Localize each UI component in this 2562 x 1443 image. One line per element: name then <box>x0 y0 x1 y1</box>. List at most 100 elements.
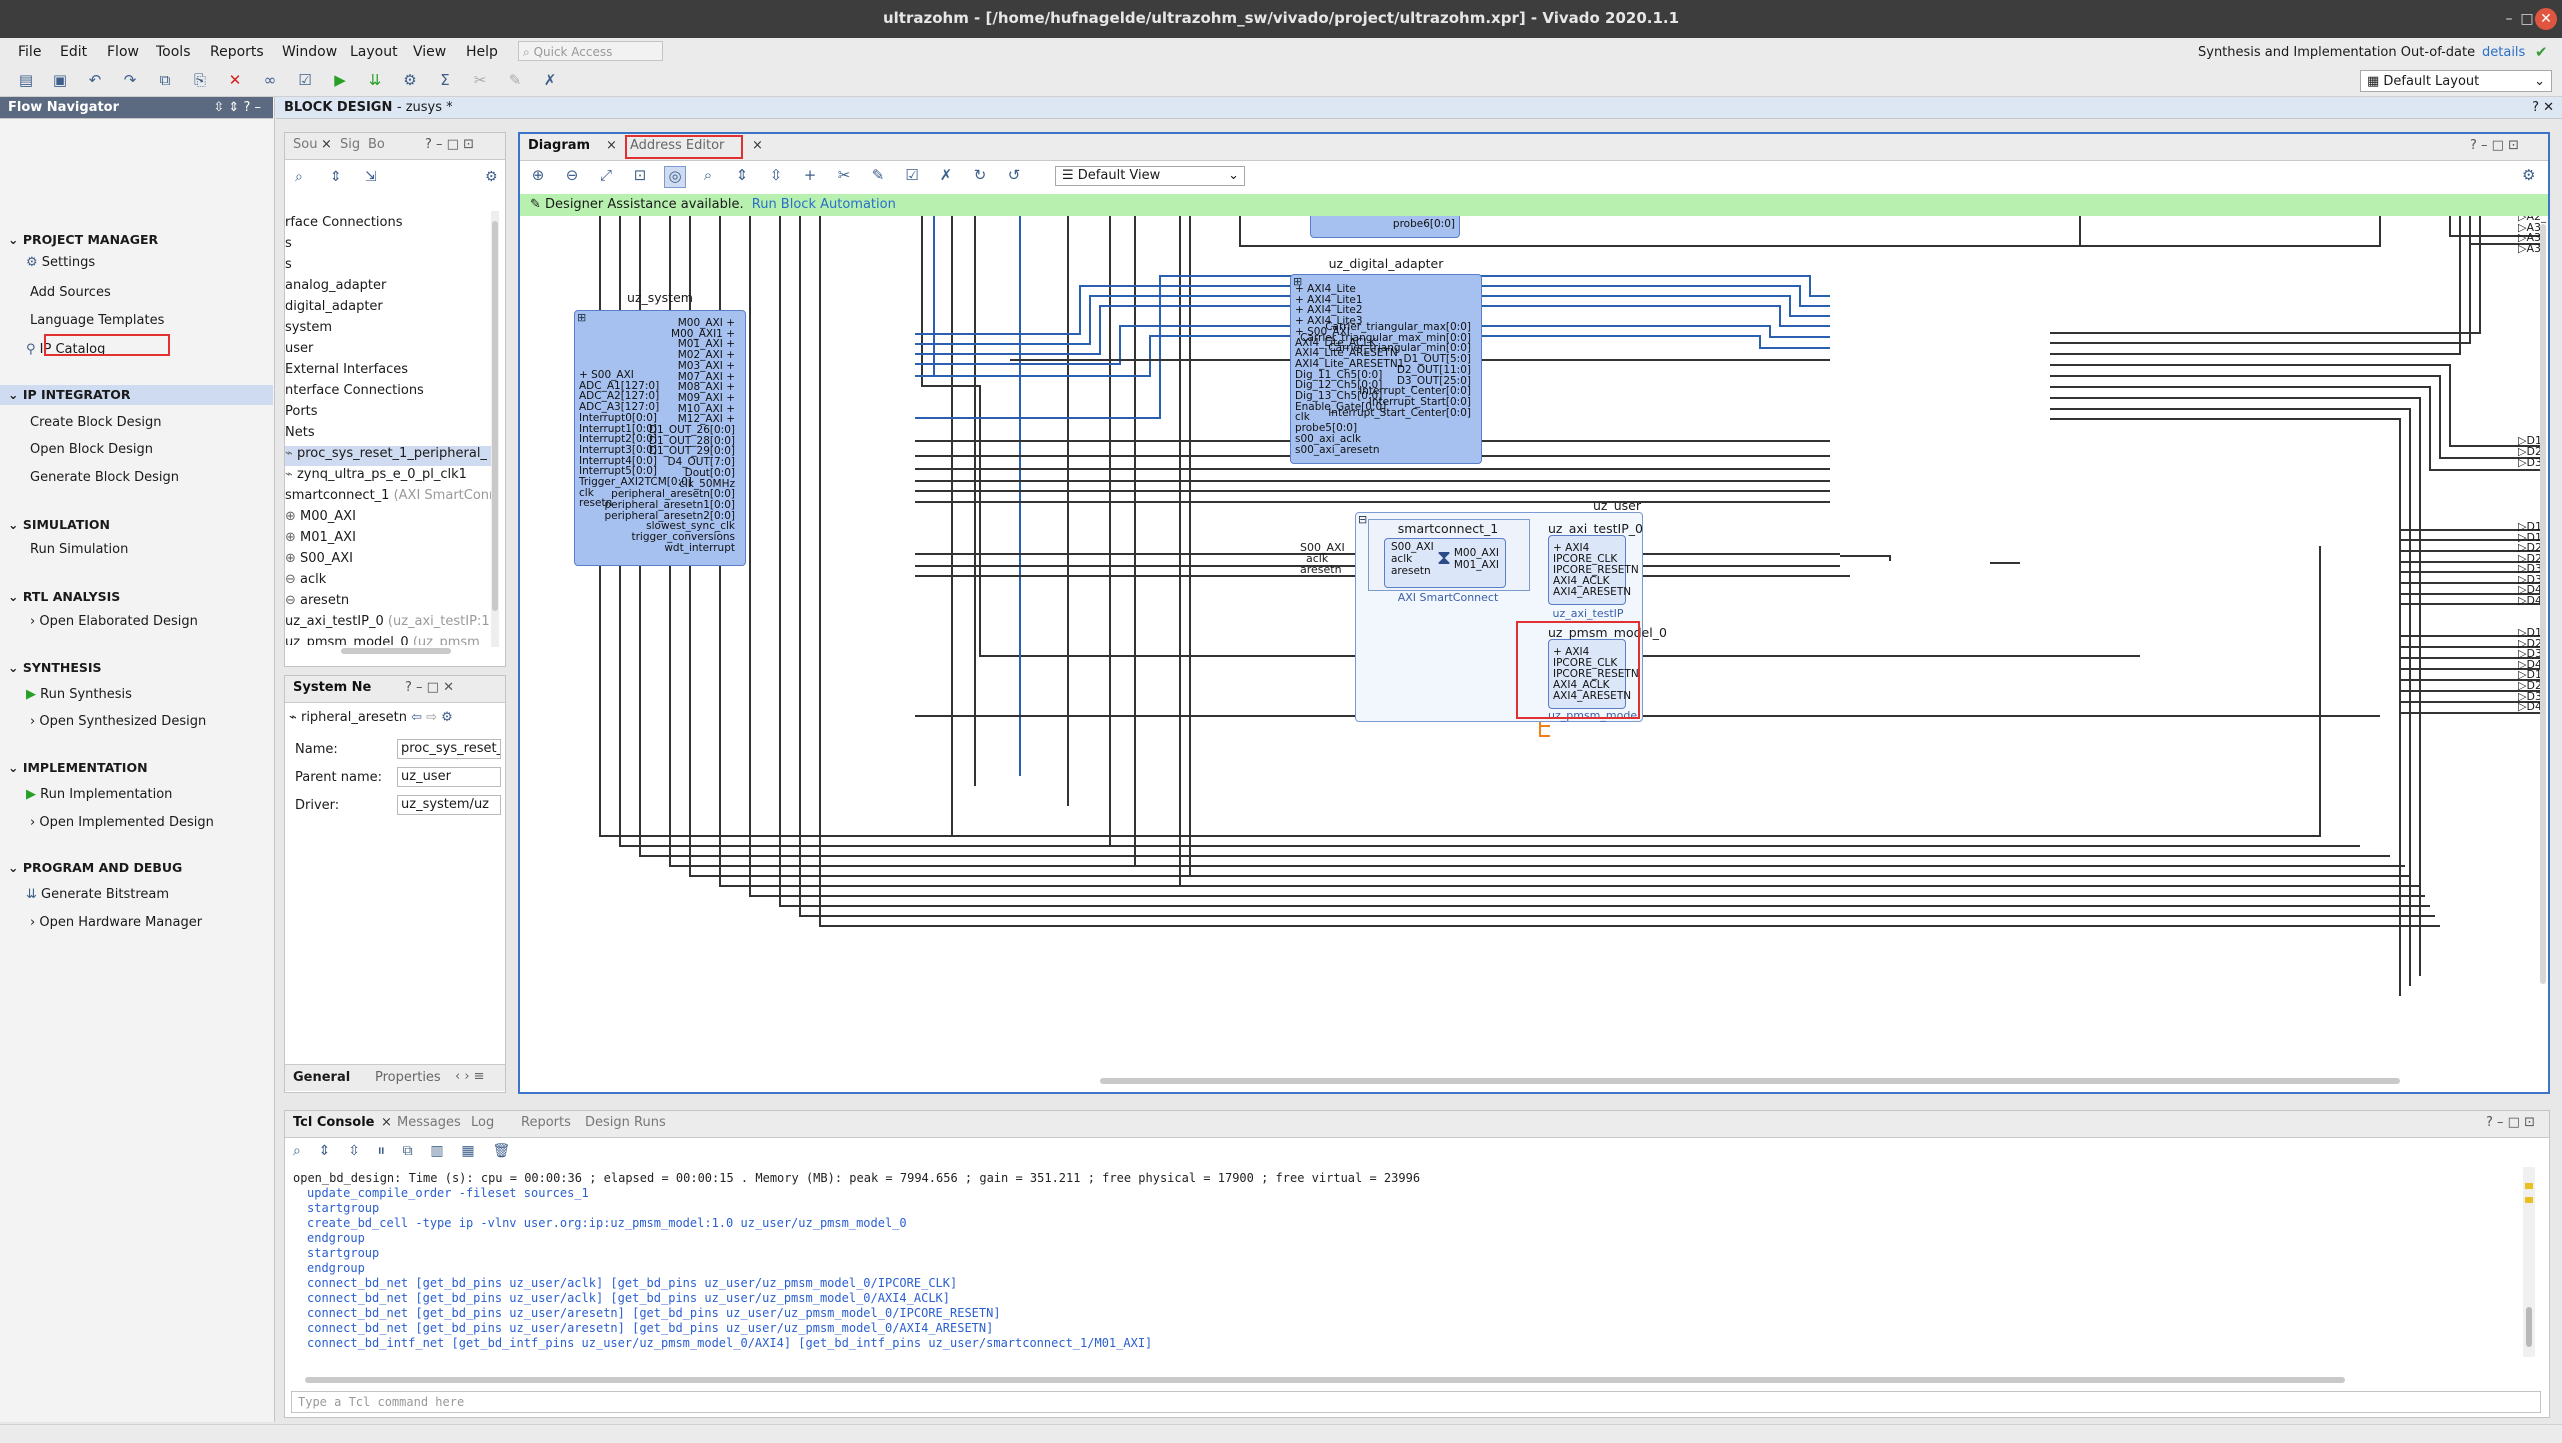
menu-flow[interactable]: Flow <box>107 44 139 60</box>
flow-item-run-simulation[interactable]: Run Simulation <box>30 542 128 557</box>
tab-sources[interactable]: Sou <box>293 137 317 152</box>
tab-design-runs[interactable]: Design Runs <box>585 1115 666 1130</box>
pause-icon[interactable]: ⏸ <box>378 1143 385 1159</box>
console-vscrollbar[interactable] <box>2523 1167 2535 1357</box>
tree-item[interactable]: ⊕ M01_AXI <box>285 530 356 550</box>
search-icon[interactable]: ⌕ <box>293 1143 301 1159</box>
tree-item[interactable]: nterface Connections <box>285 383 424 403</box>
tree-item[interactable]: s <box>285 236 292 256</box>
collapse-all-icon[interactable]: ⇕ <box>319 1143 331 1159</box>
tcl-command-input[interactable]: Type a Tcl command here <box>291 1391 2541 1413</box>
tools-icon[interactable]: ✂ <box>470 70 490 90</box>
pin[interactable]: Trigger_AXI2TCM[0:0] <box>579 476 692 488</box>
validate-icon[interactable]: ☑ <box>902 166 922 186</box>
sigma-icon[interactable]: Σ <box>435 70 455 90</box>
field-value[interactable]: uz_system/uz <box>397 795 501 815</box>
tree-item[interactable]: ⌁ proc_sys_reset_1_peripheral_ <box>285 446 491 466</box>
tree-item[interactable]: digital_adapter <box>285 299 383 319</box>
tree-item[interactable]: External Interfaces <box>285 362 408 382</box>
link-icon[interactable]: ∞ <box>260 70 280 90</box>
panel-controls-icon[interactable]: ? – □ ✕ <box>405 680 454 695</box>
menu-file[interactable]: File <box>18 44 41 60</box>
gear-icon[interactable]: ⚙ <box>441 710 453 725</box>
sources-hscrollbar[interactable] <box>341 648 451 654</box>
zoom-out-icon[interactable]: ⊖ <box>562 166 582 186</box>
tab-messages[interactable]: Messages <box>397 1115 461 1130</box>
tab-board[interactable]: Bo <box>368 137 385 152</box>
tree-item[interactable]: system <box>285 320 332 340</box>
tree-item[interactable]: rface Connections <box>285 215 403 235</box>
tree-item[interactable]: ⊕ M00_AXI <box>285 509 356 529</box>
flow-item-language-templates[interactable]: Language Templates <box>30 313 164 328</box>
quick-access-input[interactable]: ⌕ Quick Access <box>518 41 663 61</box>
paste-icon[interactable]: ⎘ <box>190 70 210 90</box>
pin[interactable]: s00_axi_aresetn <box>1295 444 1380 456</box>
tab-scroll-icon[interactable]: ‹ › ≡ <box>455 1069 485 1084</box>
expand-icon[interactable]: ⊞ <box>577 311 586 324</box>
section-program-and-debug[interactable]: ⌄ PROGRAM AND DEBUG <box>8 860 182 875</box>
tree-item[interactable]: uz_pmsm_model_0 (uz_pmsm <box>285 635 480 645</box>
panel-controls-icon[interactable]: ? – □ ⊡ <box>2486 1115 2535 1130</box>
menu-window[interactable]: Window <box>282 44 337 60</box>
route-icon[interactable]: ✗ <box>936 166 956 186</box>
zoom-in-icon[interactable]: ⊕ <box>528 166 548 186</box>
tree-item[interactable]: ⊕ S00_AXI <box>285 551 353 571</box>
back-icon[interactable]: ⇦ <box>411 710 426 725</box>
tab-sources-close[interactable]: × <box>321 137 332 152</box>
bitstream-icon[interactable]: ⇊ <box>365 70 385 90</box>
copy-icon[interactable]: ⧉ <box>155 70 175 90</box>
uz-digital-adapter-block[interactable]: ⊞ + AXI4_Lite + AXI4_Lite1 + AXI4_Lite2 + A… <box>1290 274 1482 464</box>
menu-view[interactable]: View <box>413 44 446 60</box>
tree-item[interactable]: user <box>285 341 313 361</box>
menu-help[interactable]: Help <box>466 44 498 60</box>
panel-controls-icon[interactable]: ⇳ ⇕ ? – <box>213 97 261 119</box>
search-icon[interactable]: ⌕ <box>698 166 718 186</box>
flow-item-generate-bitstream[interactable]: ⇊ Generate Bitstream <box>26 887 169 902</box>
add-ip-icon[interactable]: + <box>800 166 820 186</box>
tab-diagram[interactable]: Diagram <box>528 138 590 153</box>
uz-user-block[interactable]: ⊟ smartconnect_1 S00_AXI aclk aresetn ⧗ … <box>1355 512 1667 722</box>
system-net-title[interactable]: System Ne <box>293 680 371 695</box>
header-controls-icon[interactable]: ? ✕ <box>2532 97 2554 119</box>
pin[interactable]: Interrupt_Start_Center[0:0] <box>1328 407 1471 419</box>
diagram-hscrollbar[interactable] <box>1100 1078 2400 1084</box>
zoom-area-icon[interactable]: ⊡ <box>630 166 650 186</box>
regenerate-icon[interactable]: ↺ <box>1004 166 1024 186</box>
flow-item-open-elaborated-design[interactable]: › Open Elaborated Design <box>30 614 198 629</box>
tab-tcl-console-close[interactable]: × <box>381 1115 392 1130</box>
check-icon[interactable]: ☑ <box>295 70 315 90</box>
tab-tcl-console[interactable]: Tcl Console <box>293 1115 375 1130</box>
new-project-icon[interactable]: ▤ <box>16 70 36 90</box>
tools-icon[interactable]: ✂ <box>834 166 854 186</box>
tab-reports[interactable]: Reports <box>521 1115 571 1130</box>
fit-icon[interactable]: ⤢ <box>596 166 616 186</box>
sources-scrollbar[interactable] <box>491 211 499 647</box>
delete-icon[interactable]: ✕ <box>225 70 245 90</box>
section-ip-integrator[interactable]: ⌄ IP INTEGRATOR <box>0 385 273 405</box>
tree-item[interactable]: Ports <box>285 404 318 424</box>
testip-block[interactable]: + AXI4 IPCORE_CLK IPCORE_RESETN AXI4_ACLK AX… <box>1548 535 1639 605</box>
details-link[interactable]: details <box>2482 45 2525 60</box>
flow-item-run-synthesis[interactable]: ▶ Run Synthesis <box>26 687 132 702</box>
table-icon[interactable]: ▦ <box>461 1143 474 1159</box>
field-value[interactable]: proc_sys_reset_1 <box>397 739 501 759</box>
columns-icon[interactable]: ▥ <box>430 1143 443 1159</box>
flow-item-add-sources[interactable]: Add Sources <box>30 285 111 300</box>
gear-icon[interactable]: ⚙ <box>485 169 498 185</box>
menu-layout[interactable]: Layout <box>350 44 398 60</box>
flow-item-run-implementation[interactable]: ▶ Run Implementation <box>26 787 172 802</box>
trash-icon[interactable]: 🗑 <box>492 1143 510 1159</box>
menu-reports[interactable]: Reports <box>210 44 264 60</box>
copy-icon[interactable]: ⧉ <box>403 1143 413 1159</box>
flow-item-open-block-design[interactable]: Open Block Design <box>30 442 153 457</box>
tab-signals[interactable]: Sig <box>340 137 360 152</box>
select-icon[interactable]: ◎ <box>664 166 686 188</box>
redo-icon[interactable]: ↷ <box>120 70 140 90</box>
tree-item[interactable]: smartconnect_1 (AXI SmartConn <box>285 488 491 508</box>
wrench-icon[interactable]: ✎ <box>868 166 888 186</box>
tree-item[interactable]: s <box>285 257 292 277</box>
expand-icon[interactable]: ⇳ <box>766 166 786 186</box>
menu-edit[interactable]: Edit <box>60 44 87 60</box>
settings-icon[interactable]: ⚙ <box>400 70 420 90</box>
diagram-canvas[interactable]: probe6[0:0] uz_system ⊞ + S00_AXI ADC_A1[… <box>520 216 2546 1076</box>
